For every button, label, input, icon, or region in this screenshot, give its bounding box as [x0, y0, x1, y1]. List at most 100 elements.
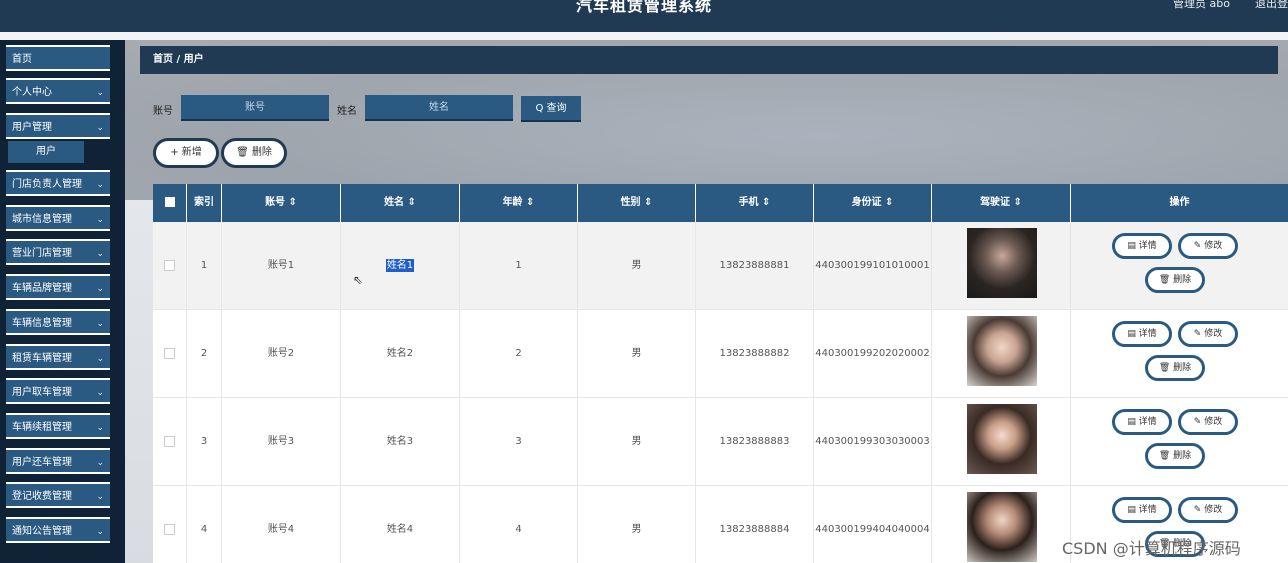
- submenu-item-users[interactable]: 用户: [8, 141, 84, 163]
- chevron-down-icon: ⌄: [96, 354, 104, 364]
- sidebar-item-profile[interactable]: 个人中心 ⌄: [6, 78, 110, 104]
- chevron-down-icon: ⌄: [96, 527, 104, 537]
- sidebar-item-label: 车辆品牌管理: [12, 283, 72, 294]
- row-checkbox-cell[interactable]: [153, 486, 187, 563]
- cell-gender: 男: [578, 486, 696, 563]
- cell-actions: ▤ 详情 ✎ 修改 🗑 删除: [1071, 398, 1288, 486]
- cell-license: [932, 486, 1071, 563]
- sidebar-item-store-manager[interactable]: 门店负责人管理 ⌄: [6, 170, 110, 196]
- sidebar-item-label: 通知公告管理: [12, 526, 72, 537]
- cell-actions: ▤ 详情 ✎ 修改 🗑 删除: [1071, 222, 1288, 310]
- cell-account: 账号2: [222, 310, 341, 398]
- cell-account: 账号3: [222, 398, 341, 486]
- sidebar-item-label: 租赁车辆管理: [12, 353, 72, 364]
- sidebar-item-label: 城市信息管理: [12, 214, 72, 225]
- sidebar-item-renewal[interactable]: 车辆续租管理 ⌄: [6, 413, 110, 439]
- delete-button[interactable]: 🗑 删除: [1145, 355, 1205, 381]
- cell-phone: 13823888884: [696, 486, 814, 563]
- sidebar-item-return[interactable]: 用户还车管理 ⌄: [6, 448, 110, 474]
- table-row: 3 账号3 姓名3 3 男 13823888883 44030019930303…: [153, 398, 1288, 486]
- sidebar-item-pickup[interactable]: 用户取车管理 ⌄: [6, 378, 110, 404]
- mouse-cursor-icon: ⇖: [353, 273, 364, 287]
- sidebar-item-rental-car[interactable]: 租赁车辆管理 ⌄: [6, 344, 110, 370]
- sidebar-item-home[interactable]: 首页: [6, 45, 110, 71]
- license-photo[interactable]: [967, 228, 1037, 298]
- header-gender[interactable]: 性别 ⇕: [578, 184, 696, 222]
- checkbox-icon[interactable]: [164, 347, 175, 359]
- sidebar-item-label: 用户管理: [12, 122, 52, 133]
- name-input[interactable]: 姓名: [365, 95, 513, 121]
- cell-name: 姓名3: [341, 398, 460, 486]
- sidebar-item-store[interactable]: 营业门店管理 ⌄: [6, 239, 110, 265]
- chevron-down-icon: ⌄: [96, 215, 104, 225]
- sidebar-item-notices[interactable]: 通知公告管理 ⌄: [6, 517, 110, 543]
- sidebar-item-user-management[interactable]: 用户管理 ⌄: [6, 113, 110, 139]
- sidebar-item-label: 车辆续租管理: [12, 422, 72, 433]
- cell-license: [932, 398, 1071, 486]
- edit-button[interactable]: ✎ 修改: [1178, 321, 1238, 347]
- sidebar-item-car-brand[interactable]: 车辆品牌管理 ⌄: [6, 274, 110, 300]
- detail-button[interactable]: ▤ 详情: [1112, 497, 1172, 523]
- detail-button[interactable]: ▤ 详情: [1112, 409, 1172, 435]
- account-label: 账号: [153, 106, 173, 117]
- table-header: 索引 账号 ⇕ 姓名 ⇕ 年龄 ⇕ 性别 ⇕ 手机 ⇕ 身份证 ⇕ 驾驶证 ⇕ …: [153, 184, 1288, 222]
- row-checkbox-cell[interactable]: [153, 398, 187, 486]
- chevron-down-icon: ⌄: [96, 458, 104, 468]
- cell-id-card: 440300199404040004: [814, 486, 932, 563]
- row-checkbox-cell[interactable]: [153, 310, 187, 398]
- license-photo[interactable]: [967, 492, 1037, 562]
- header-account[interactable]: 账号 ⇕: [222, 184, 341, 222]
- detail-button[interactable]: ▤ 详情: [1112, 321, 1172, 347]
- sidebar-item-car-info[interactable]: 车辆信息管理 ⌄: [6, 309, 110, 335]
- add-button[interactable]: + 新增: [153, 138, 219, 168]
- edit-button[interactable]: ✎ 修改: [1178, 409, 1238, 435]
- checkbox-icon[interactable]: [164, 435, 175, 447]
- batch-delete-button[interactable]: 🗑 删除: [221, 138, 287, 168]
- edit-button[interactable]: ✎ 修改: [1178, 233, 1238, 259]
- header-id-card[interactable]: 身份证 ⇕: [814, 184, 932, 222]
- chevron-down-icon: ⌄: [96, 123, 104, 133]
- cell-name: 姓名2: [341, 310, 460, 398]
- name-label: 姓名: [337, 106, 357, 117]
- account-input[interactable]: 账号: [181, 95, 329, 121]
- cell-phone: 13823888882: [696, 310, 814, 398]
- cell-license: [932, 310, 1071, 398]
- cell-account: 账号4: [222, 486, 341, 563]
- sidebar-item-label: 门店负责人管理: [12, 179, 82, 190]
- header-name[interactable]: 姓名 ⇕: [341, 184, 460, 222]
- checkbox-icon[interactable]: [164, 523, 175, 535]
- chevron-down-icon: ⌄: [96, 388, 104, 398]
- sidebar-item-city-info[interactable]: 城市信息管理 ⌄: [6, 205, 110, 231]
- query-button[interactable]: Q 查询: [521, 96, 581, 122]
- chevron-down-icon: ⌄: [96, 319, 104, 329]
- main-content: 首页 / 用户 账号 账号 姓名 姓名 Q 查询 + 新增 🗑 删除 索引 账号…: [125, 40, 1288, 563]
- selected-text: 姓名1: [385, 259, 415, 272]
- chevron-down-icon: ⌄: [96, 180, 104, 190]
- header-age[interactable]: 年龄 ⇕: [460, 184, 578, 222]
- sidebar-item-label: 用户还车管理: [12, 457, 72, 468]
- delete-button[interactable]: 🗑 删除: [1145, 267, 1205, 293]
- cell-index: 4: [187, 486, 222, 563]
- sidebar: 首页 个人中心 ⌄ 用户管理 ⌄ 用户 门店负责人管理 ⌄ 城市信息管理 ⌄ 营业门店管…: [0, 40, 125, 563]
- logout-link[interactable]: 退出登: [1255, 0, 1288, 11]
- license-photo[interactable]: [967, 316, 1037, 386]
- query-label: Q 查询: [535, 103, 567, 114]
- row-checkbox-cell[interactable]: [153, 222, 187, 310]
- chevron-down-icon: ⌄: [96, 284, 104, 294]
- checkbox-icon[interactable]: [164, 197, 175, 207]
- cell-name: 姓名1: [341, 222, 460, 310]
- checkbox-icon[interactable]: [164, 259, 175, 271]
- edit-button[interactable]: ✎ 修改: [1178, 497, 1238, 523]
- cell-actions: ▤ 详情 ✎ 修改 🗑 删除: [1071, 310, 1288, 398]
- sidebar-item-fees[interactable]: 登记收费管理 ⌄: [6, 482, 110, 508]
- detail-button[interactable]: ▤ 详情: [1112, 233, 1172, 259]
- header-phone[interactable]: 手机 ⇕: [696, 184, 814, 222]
- chevron-down-icon: ⌄: [96, 249, 104, 259]
- sidebar-item-label: 营业门店管理: [12, 248, 72, 259]
- header-select-all[interactable]: [153, 184, 187, 222]
- header-license[interactable]: 驾驶证 ⇕: [932, 184, 1071, 222]
- sidebar-item-label: 个人中心: [12, 87, 52, 98]
- license-photo[interactable]: [967, 404, 1037, 474]
- cell-index: 3: [187, 398, 222, 486]
- delete-button[interactable]: 🗑 删除: [1145, 443, 1205, 469]
